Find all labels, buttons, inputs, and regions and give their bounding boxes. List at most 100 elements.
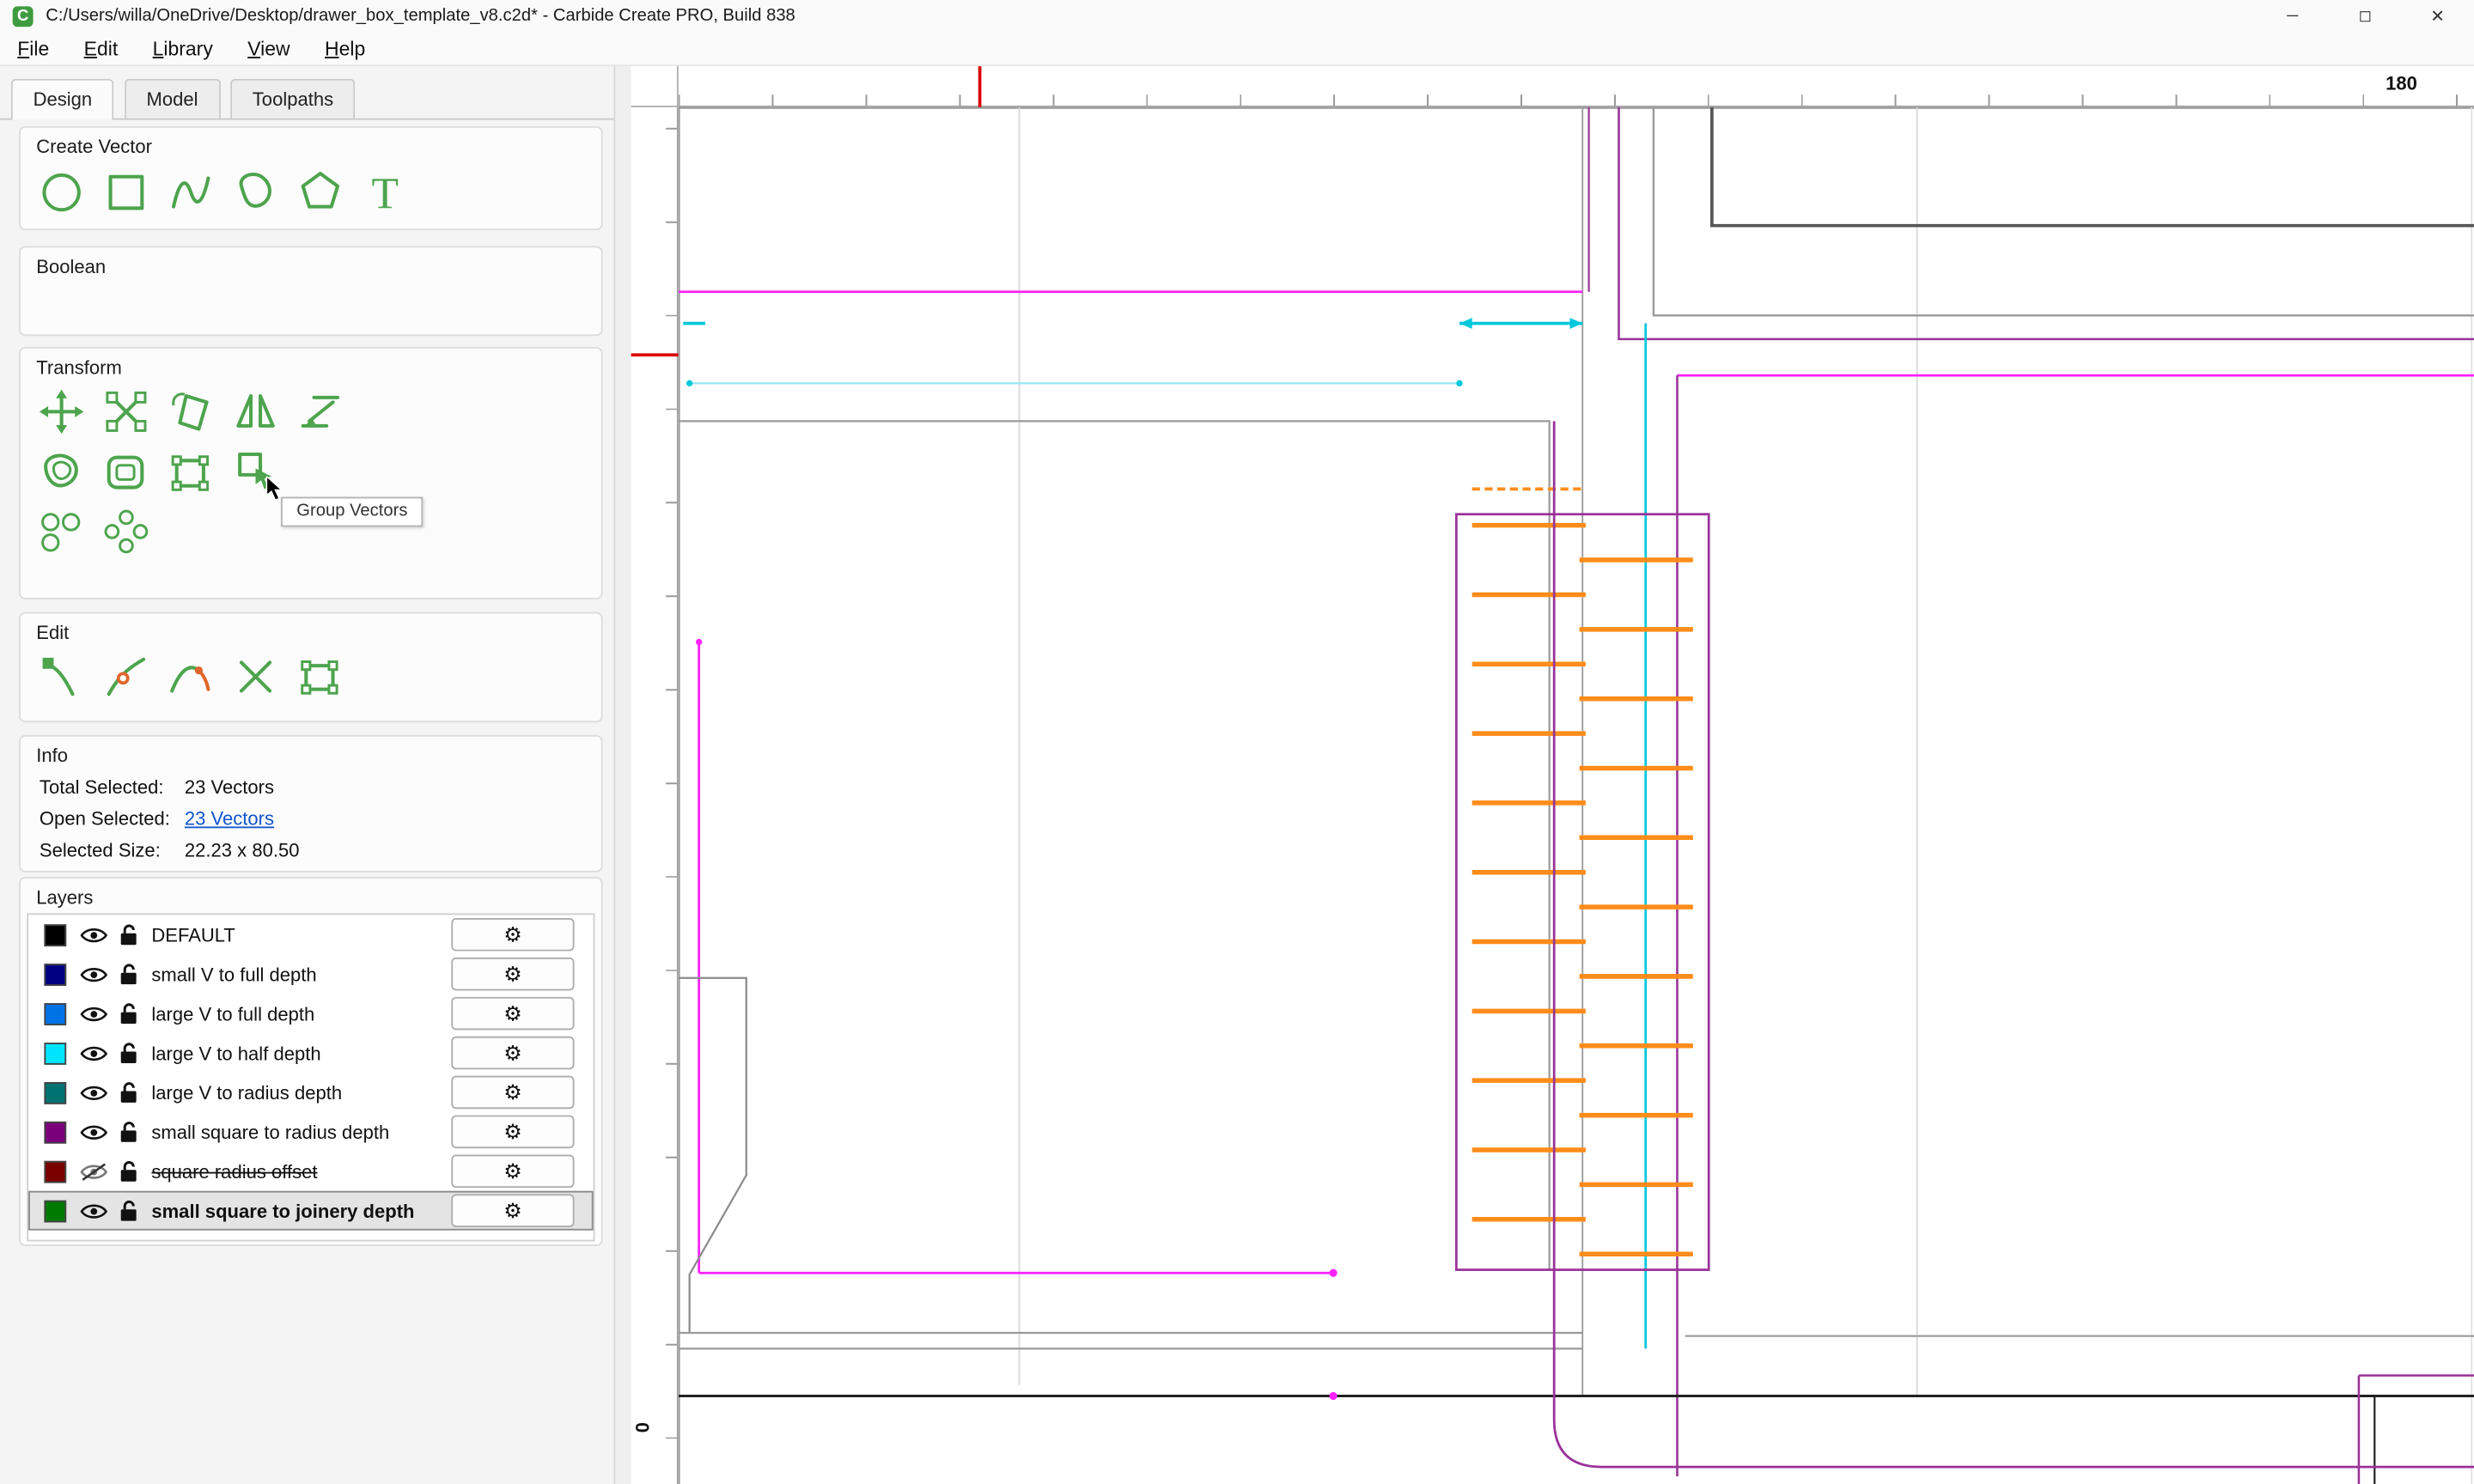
layer-row-small-v-full[interactable]: small V to full depth ⚙	[28, 954, 594, 994]
layer-color-swatch[interactable]	[44, 1159, 67, 1183]
eye-icon[interactable]	[80, 1043, 107, 1062]
tab-toolpaths[interactable]: Toolpaths	[230, 78, 356, 119]
linear-array-icon[interactable]	[34, 505, 88, 558]
minimize-button[interactable]: ─	[2257, 0, 2329, 32]
edit-nodes-icon[interactable]	[34, 650, 88, 703]
eye-icon[interactable]	[80, 925, 107, 944]
polyline-tool-icon[interactable]	[164, 164, 217, 217]
panel-tabs: Design Model Toolpaths	[0, 78, 614, 120]
layer-row-large-v-radius[interactable]: large V to radius depth ⚙	[28, 1073, 594, 1112]
eye-icon[interactable]	[80, 1122, 107, 1141]
layer-settings-button[interactable]: ⚙	[451, 957, 575, 991]
layers-title: Layers	[36, 886, 94, 909]
ruler-left: 0	[631, 106, 679, 1484]
tab-design[interactable]: Design	[10, 78, 114, 120]
circular-array-icon[interactable]	[100, 505, 153, 558]
eye-off-icon[interactable]	[80, 1162, 107, 1181]
layer-settings-button[interactable]: ⚙	[451, 917, 575, 952]
layer-color-swatch[interactable]	[44, 1120, 67, 1143]
menu-library[interactable]: Library	[135, 31, 230, 65]
polygon-tool-icon[interactable]	[294, 164, 347, 217]
ruler-top: 180	[678, 66, 2474, 107]
flip-tool-icon[interactable]	[229, 385, 282, 438]
rectangle-tool-icon[interactable]	[100, 164, 153, 217]
gear-icon: ⚙	[503, 1080, 522, 1104]
canvas[interactable]: 180 0	[631, 66, 2474, 1484]
unlock-icon[interactable]	[119, 1080, 139, 1104]
trim-tool-icon[interactable]	[164, 445, 217, 498]
layer-settings-button[interactable]: ⚙	[451, 996, 575, 1031]
eye-icon[interactable]	[80, 1201, 107, 1220]
split-curve-icon[interactable]	[164, 650, 217, 703]
menu-view[interactable]: View	[230, 31, 308, 65]
maximize-button[interactable]: ◻	[2329, 0, 2401, 32]
layer-row-large-v-full[interactable]: large V to full depth ⚙	[28, 994, 594, 1033]
gear-icon: ⚙	[503, 961, 522, 986]
menu-help[interactable]: Help	[308, 31, 383, 65]
unlock-icon[interactable]	[119, 922, 139, 946]
move-tool-icon[interactable]	[34, 385, 88, 438]
offset-tool-icon[interactable]	[34, 445, 88, 498]
eye-icon[interactable]	[80, 1083, 107, 1102]
total-selected-value: 23 Vectors	[184, 775, 275, 799]
layer-name: large V to radius depth	[151, 1081, 343, 1104]
gear-icon: ⚙	[503, 1119, 522, 1143]
layers-section: Layers DEFAULT ⚙ small V to full depth ⚙	[19, 877, 603, 1247]
group-vectors-tooltip: Group Vectors	[280, 496, 424, 527]
total-selected-label: Total Selected:	[39, 775, 164, 799]
unlock-icon[interactable]	[119, 962, 139, 986]
rotate-tool-icon[interactable]	[164, 385, 217, 438]
ruler-top-label: 180	[2386, 72, 2417, 95]
curve-tool-icon[interactable]	[229, 164, 282, 217]
layer-color-swatch[interactable]	[44, 1042, 67, 1064]
delete-node-icon[interactable]	[229, 650, 282, 703]
unlock-icon[interactable]	[119, 1199, 139, 1223]
layer-color-swatch[interactable]	[44, 923, 67, 946]
gear-icon: ⚙	[503, 1159, 522, 1183]
boolean-section: Boolean	[19, 246, 603, 337]
text-tool-icon[interactable]: T	[358, 164, 411, 217]
create-vector-section: Create Vector T	[19, 125, 603, 231]
layer-color-swatch[interactable]	[44, 1081, 67, 1104]
layer-row-small-square-radius[interactable]: small square to radius depth ⚙	[28, 1112, 594, 1152]
layer-row-square-radius-offset[interactable]: square radius offset ⚙	[28, 1152, 594, 1191]
layer-row-small-square-joinery[interactable]: small square to joinery depth ⚙	[28, 1190, 594, 1231]
circle-tool-icon[interactable]	[34, 164, 88, 217]
layer-color-swatch[interactable]	[44, 1199, 67, 1222]
edit-title: Edit	[36, 621, 70, 644]
insert-node-icon[interactable]	[100, 650, 153, 703]
scale-tool-icon[interactable]	[100, 385, 153, 438]
align-tool-icon[interactable]	[294, 385, 347, 438]
join-vectors-icon[interactable]	[294, 650, 347, 703]
fillet-tool-icon[interactable]	[100, 445, 153, 498]
boolean-title: Boolean	[36, 255, 107, 278]
window-title: C:/Users/willa/OneDrive/Desktop/drawer_b…	[46, 6, 795, 26]
layer-color-swatch[interactable]	[44, 1002, 67, 1025]
transform-section: Transform	[19, 347, 603, 599]
eye-icon[interactable]	[80, 964, 107, 983]
unlock-icon[interactable]	[119, 1041, 139, 1065]
layer-settings-button[interactable]: ⚙	[451, 1036, 575, 1070]
eye-icon[interactable]	[80, 1004, 107, 1023]
layer-row-default[interactable]: DEFAULT ⚙	[28, 915, 594, 954]
gear-icon: ⚙	[503, 1040, 522, 1064]
menu-file[interactable]: File	[0, 31, 66, 65]
layer-settings-button[interactable]: ⚙	[451, 1154, 575, 1189]
layer-settings-button[interactable]: ⚙	[451, 1194, 575, 1227]
canvas-drawing[interactable]	[678, 106, 2474, 1484]
transform-title: Transform	[36, 356, 122, 379]
close-button[interactable]: ✕	[2402, 0, 2474, 32]
layer-color-swatch[interactable]	[44, 963, 67, 986]
layer-row-large-v-half[interactable]: large V to half depth ⚙	[28, 1033, 594, 1073]
ruler-cursor-marker-x	[978, 66, 982, 107]
open-selected-link[interactable]: 23 Vectors	[185, 807, 274, 830]
unlock-icon[interactable]	[119, 1120, 139, 1144]
drawing-area[interactable]	[678, 106, 2474, 1484]
tab-model[interactable]: Model	[124, 78, 221, 119]
layer-settings-button[interactable]: ⚙	[451, 1075, 575, 1110]
unlock-icon[interactable]	[119, 1159, 139, 1183]
app-window: C C:/Users/willa/OneDrive/Desktop/drawer…	[0, 0, 2474, 1484]
unlock-icon[interactable]	[119, 1001, 139, 1025]
layer-settings-button[interactable]: ⚙	[451, 1115, 575, 1149]
menu-edit[interactable]: Edit	[66, 31, 135, 65]
